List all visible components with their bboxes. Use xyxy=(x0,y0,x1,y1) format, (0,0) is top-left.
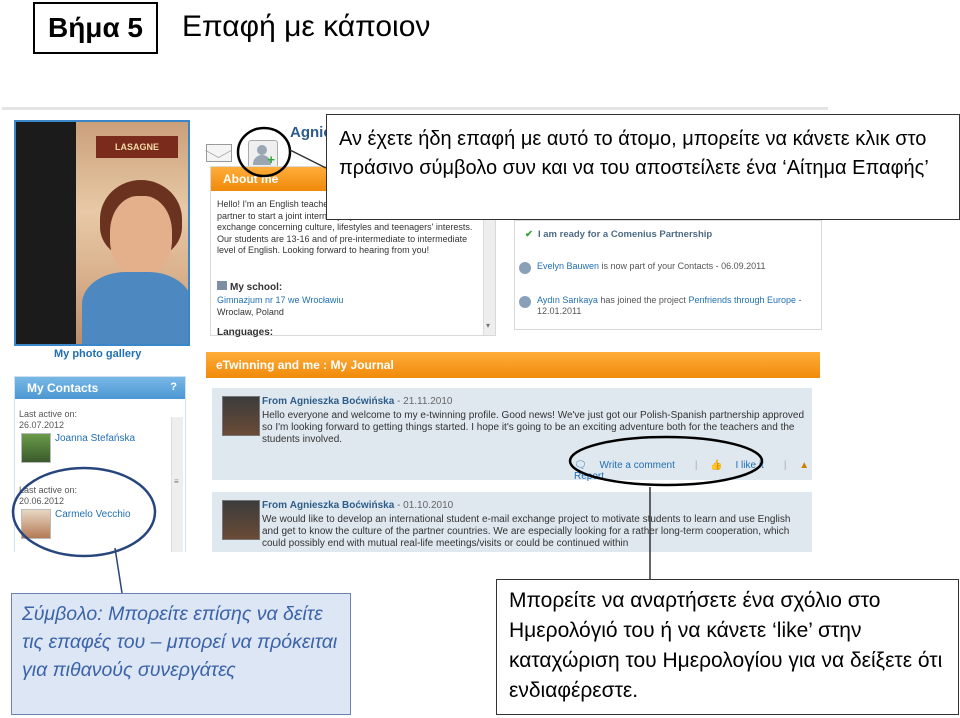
callout-journal: Μπορείτε να αναρτήσετε ένα σχόλιο στο Ημ… xyxy=(496,579,959,715)
activity-item: Aydın Sarıkaya has joined the project Pe… xyxy=(519,295,807,317)
profile-photo[interactable]: LASAGNE xyxy=(14,120,190,346)
contacts-panel: My Contacts ? Last active on: 26.07.2012… xyxy=(14,376,186,552)
pointer-line xyxy=(114,547,123,594)
activity-item: Evelyn Bauwen is now part of your Contac… xyxy=(519,261,807,274)
contacts-heading: My Contacts ? xyxy=(15,377,185,399)
photo-gallery-link[interactable]: My photo gallery xyxy=(54,348,141,360)
contact-name[interactable]: Carmelo Vecchio xyxy=(55,509,131,520)
contact-name[interactable]: Joanna Stefańska xyxy=(55,433,135,444)
write-comment-link[interactable]: 🗨 Write a comment xyxy=(574,460,685,471)
callout-contacts: Σύμβολο: Μπορείτε επίσης να δείτε τις επ… xyxy=(11,593,351,715)
journal-heading: eTwinning and me : My Journal xyxy=(206,352,820,378)
thumbs-up-icon: 👍 xyxy=(710,460,726,471)
entry-from: From Agnieszka Boćwińska - 21.11.2010 xyxy=(262,396,453,407)
school-icon xyxy=(217,281,227,290)
add-contact-icon[interactable]: + xyxy=(248,140,278,168)
entry-text: Hello everyone and welcome to my e-twinn… xyxy=(262,410,805,445)
contact-avatar[interactable] xyxy=(21,433,51,463)
languages-label: Languages: xyxy=(217,327,274,338)
comment-icon: 🗨 xyxy=(574,460,590,471)
like-link[interactable]: 👍 I like it xyxy=(710,460,774,471)
mail-icon[interactable] xyxy=(206,144,232,162)
contact-item[interactable]: Last active on: 20.06.2012 Carmelo Vecch… xyxy=(19,485,169,539)
warning-icon: ▲ xyxy=(799,460,810,471)
user-icon xyxy=(519,262,531,274)
entry-text: We would like to develop an internationa… xyxy=(262,514,791,549)
step-label: Βήμα 5 xyxy=(33,2,158,54)
ready-item: ✔ I am ready for a Comenius Partnership xyxy=(525,229,713,240)
check-icon: ✔ xyxy=(525,229,533,240)
entry-from: From Agnieszka Boćwińska - 01.10.2010 xyxy=(262,500,454,511)
school-label: My school: xyxy=(217,281,282,293)
school-location: Wroclaw, Poland xyxy=(217,307,284,317)
contact-avatar[interactable] xyxy=(21,509,51,539)
author-avatar[interactable] xyxy=(222,396,260,436)
help-icon[interactable]: ? xyxy=(170,381,177,393)
author-avatar[interactable] xyxy=(222,500,260,540)
status-panel: ✔ I am ready for a Comenius Partnership E… xyxy=(514,220,822,330)
photo-sign: LASAGNE xyxy=(96,136,178,158)
school-link[interactable]: Gimnazjum nr 17 we Wrocławiu xyxy=(217,295,343,305)
user-icon xyxy=(519,296,531,308)
contact-item[interactable]: Last active on: 26.07.2012 Joanna Stefań… xyxy=(19,409,169,463)
contacts-scrollbar[interactable]: ≡ xyxy=(171,417,183,552)
page-title: Επαφή με κάποιον xyxy=(182,10,431,43)
journal-entry: From Agnieszka Boćwińska - 01.10.2010 We… xyxy=(212,492,812,552)
entry-actions: 🗨 Write a comment | 👍 I like it | ▲ Report xyxy=(574,460,828,482)
callout-add-contact: Αν έχετε ήδη επαφή με αυτό το άτομο, μπο… xyxy=(326,114,960,220)
